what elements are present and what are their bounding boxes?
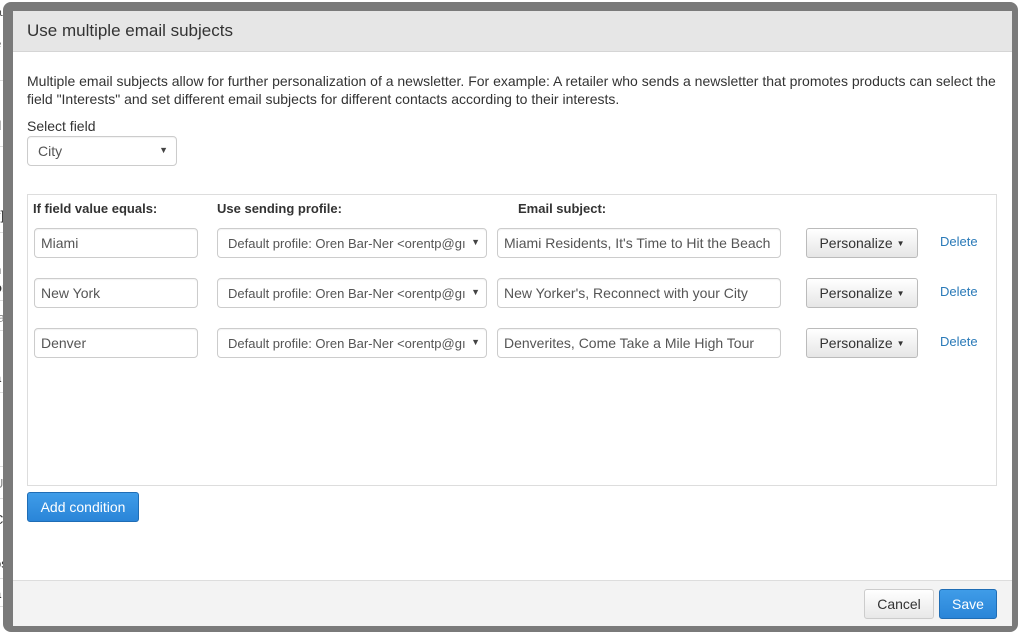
sending-profile-value: Default profile: Oren Bar-Ner <orentp@gı — [228, 336, 466, 351]
multiple-subjects-modal: Use multiple email subjects Multiple ema… — [13, 11, 1012, 626]
personalize-label: Personalize — [819, 335, 893, 351]
conditions-panel: If field value equals: Use sending profi… — [27, 194, 997, 486]
column-header-profile: Use sending profile: — [217, 201, 342, 216]
background-text: a — [0, 370, 1, 385]
field-select[interactable]: City ▼ — [27, 136, 177, 166]
caret-down-icon: ▼ — [896, 288, 905, 298]
add-condition-button[interactable]: Add condition — [27, 492, 139, 522]
modal-frame: Use multiple email subjects Multiple ema… — [3, 2, 1018, 632]
caret-down-icon: ▼ — [159, 145, 168, 155]
personalize-button[interactable]: Personalize ▼ — [806, 328, 918, 358]
sending-profile-value: Default profile: Oren Bar-Ner <orentp@gı — [228, 236, 466, 251]
field-value-input[interactable]: Miami — [34, 228, 198, 258]
background-text: a — [0, 586, 1, 601]
column-header-subject: Email subject: — [518, 201, 607, 216]
background-text: d — [0, 118, 1, 133]
condition-row: Denver Default profile: Oren Bar-Ner <or… — [28, 328, 996, 360]
personalize-label: Personalize — [819, 235, 893, 251]
caret-down-icon: ▼ — [471, 237, 480, 247]
save-button[interactable]: Save — [939, 589, 997, 619]
background-text: n — [0, 262, 1, 277]
sending-profile-select[interactable]: Default profile: Oren Bar-Ner <orentp@gı… — [217, 328, 487, 358]
background-text: Il — [0, 428, 1, 443]
email-subject-input[interactable]: Miami Residents, It's Time to Hit the Be… — [497, 228, 781, 258]
email-subject-input[interactable]: New Yorker's, Reconnect with your City — [497, 278, 781, 308]
caret-down-icon: ▼ — [896, 238, 905, 248]
personalize-button[interactable]: Personalize ▼ — [806, 278, 918, 308]
sending-profile-select[interactable]: Default profile: Oren Bar-Ner <orentp@gı… — [217, 228, 487, 258]
modal-title: Use multiple email subjects — [27, 21, 233, 40]
modal-footer: Cancel Save — [13, 580, 1012, 626]
caret-down-icon: ▼ — [896, 338, 905, 348]
delete-link[interactable]: Delete — [940, 284, 978, 299]
personalize-label: Personalize — [819, 285, 893, 301]
background-text: e — [0, 36, 1, 51]
caret-down-icon: ▼ — [471, 287, 480, 297]
condition-row: Miami Default profile: Oren Bar-Ner <ore… — [28, 228, 996, 260]
sending-profile-value: Default profile: Oren Bar-Ner <orentp@gı — [228, 286, 466, 301]
modal-header: Use multiple email subjects — [13, 11, 1012, 52]
field-value-input[interactable]: New York — [34, 278, 198, 308]
sending-profile-select[interactable]: Default profile: Oren Bar-Ner <orentp@gı… — [217, 278, 487, 308]
delete-link[interactable]: Delete — [940, 334, 978, 349]
personalize-button[interactable]: Personalize ▼ — [806, 228, 918, 258]
cancel-button[interactable]: Cancel — [864, 589, 934, 619]
description-text: Multiple email subjects allow for furthe… — [27, 73, 996, 107]
field-value-input[interactable]: Denver — [34, 328, 198, 358]
field-select-value: City — [38, 143, 63, 159]
condition-row: New York Default profile: Oren Bar-Ner <… — [28, 278, 996, 310]
email-subject-input[interactable]: Denverites, Come Take a Mile High Tour — [497, 328, 781, 358]
column-header-value: If field value equals: — [33, 201, 158, 216]
delete-link[interactable]: Delete — [940, 234, 978, 249]
select-field-label: Select field — [27, 118, 96, 134]
caret-down-icon: ▼ — [471, 337, 480, 347]
